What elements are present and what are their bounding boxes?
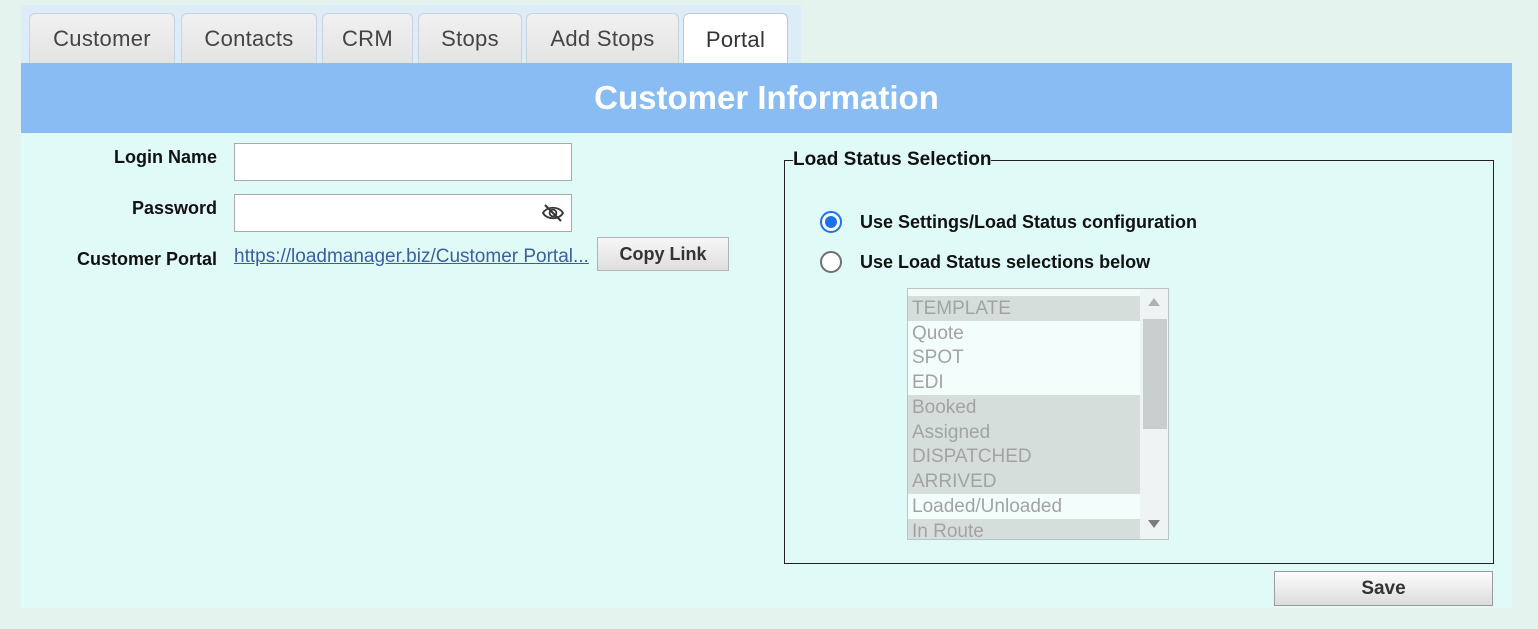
radio-use-selections[interactable]: Use Load Status selections below [820,251,1150,273]
tab-contacts[interactable]: Contacts [181,13,317,64]
tab-portal[interactable]: Portal [683,13,788,66]
login-name-field-box [234,143,572,181]
list-item-in-route[interactable]: In Route [908,519,1140,539]
portal-panel: Customer Information Login Name Password… [21,63,1512,608]
scroll-down-arrow-icon[interactable] [1148,520,1160,528]
tab-strip: Customer Contacts CRM Stops Add Stops Po… [21,5,801,66]
customer-portal-label: Customer Portal [76,249,217,269]
list-item-booked[interactable]: Booked [908,395,1140,420]
list-item-assigned[interactable]: Assigned [908,420,1140,445]
list-item-edi[interactable]: EDI [908,370,1140,395]
radio-label-use-settings: Use Settings/Load Status configuration [860,211,1198,232]
list-item-dispatched[interactable]: DISPATCHED [908,444,1140,469]
password-label: Password [131,198,217,218]
scrollbar-thumb[interactable] [1143,319,1167,429]
login-name-input[interactable] [235,144,571,180]
radio-label-use-selections: Use Load Status selections below [860,251,1151,272]
scroll-up-arrow-icon[interactable] [1148,298,1160,306]
radio-use-settings[interactable]: Use Settings/Load Status configuration [820,211,1197,233]
tab-crm[interactable]: CRM [322,13,413,64]
tab-stops[interactable]: Stops [418,13,522,64]
list-item-spot[interactable]: SPOT [908,345,1140,370]
customer-portal-link[interactable]: https://loadmanager.biz/Customer Portal.… [234,246,589,268]
password-input[interactable] [235,195,571,231]
save-button[interactable]: Save [1274,571,1493,606]
login-name-label: Login Name [113,147,217,167]
password-field-box [234,194,572,232]
list-item-loaded-unloaded[interactable]: Loaded/Unloaded [908,494,1140,519]
listbox-scrollbar[interactable] [1140,289,1168,539]
tab-add-stops[interactable]: Add Stops [526,13,679,64]
list-item-quote[interactable]: Quote [908,321,1140,346]
load-status-listbox[interactable]: TEMPLATE Quote SPOT EDI Booked Assigned … [907,288,1169,540]
tab-customer[interactable]: Customer [29,13,175,64]
load-status-legend: Load Status Selection [793,149,992,170]
list-item-arrived[interactable]: ARRIVED [908,469,1140,494]
eye-slash-icon[interactable] [541,203,565,223]
radio-button-unchecked[interactable] [820,251,842,273]
radio-button-checked[interactable] [820,211,842,233]
page-title: Customer Information [21,63,1512,133]
list-item-template[interactable]: TEMPLATE [908,296,1140,321]
copy-link-button[interactable]: Copy Link [597,237,729,271]
